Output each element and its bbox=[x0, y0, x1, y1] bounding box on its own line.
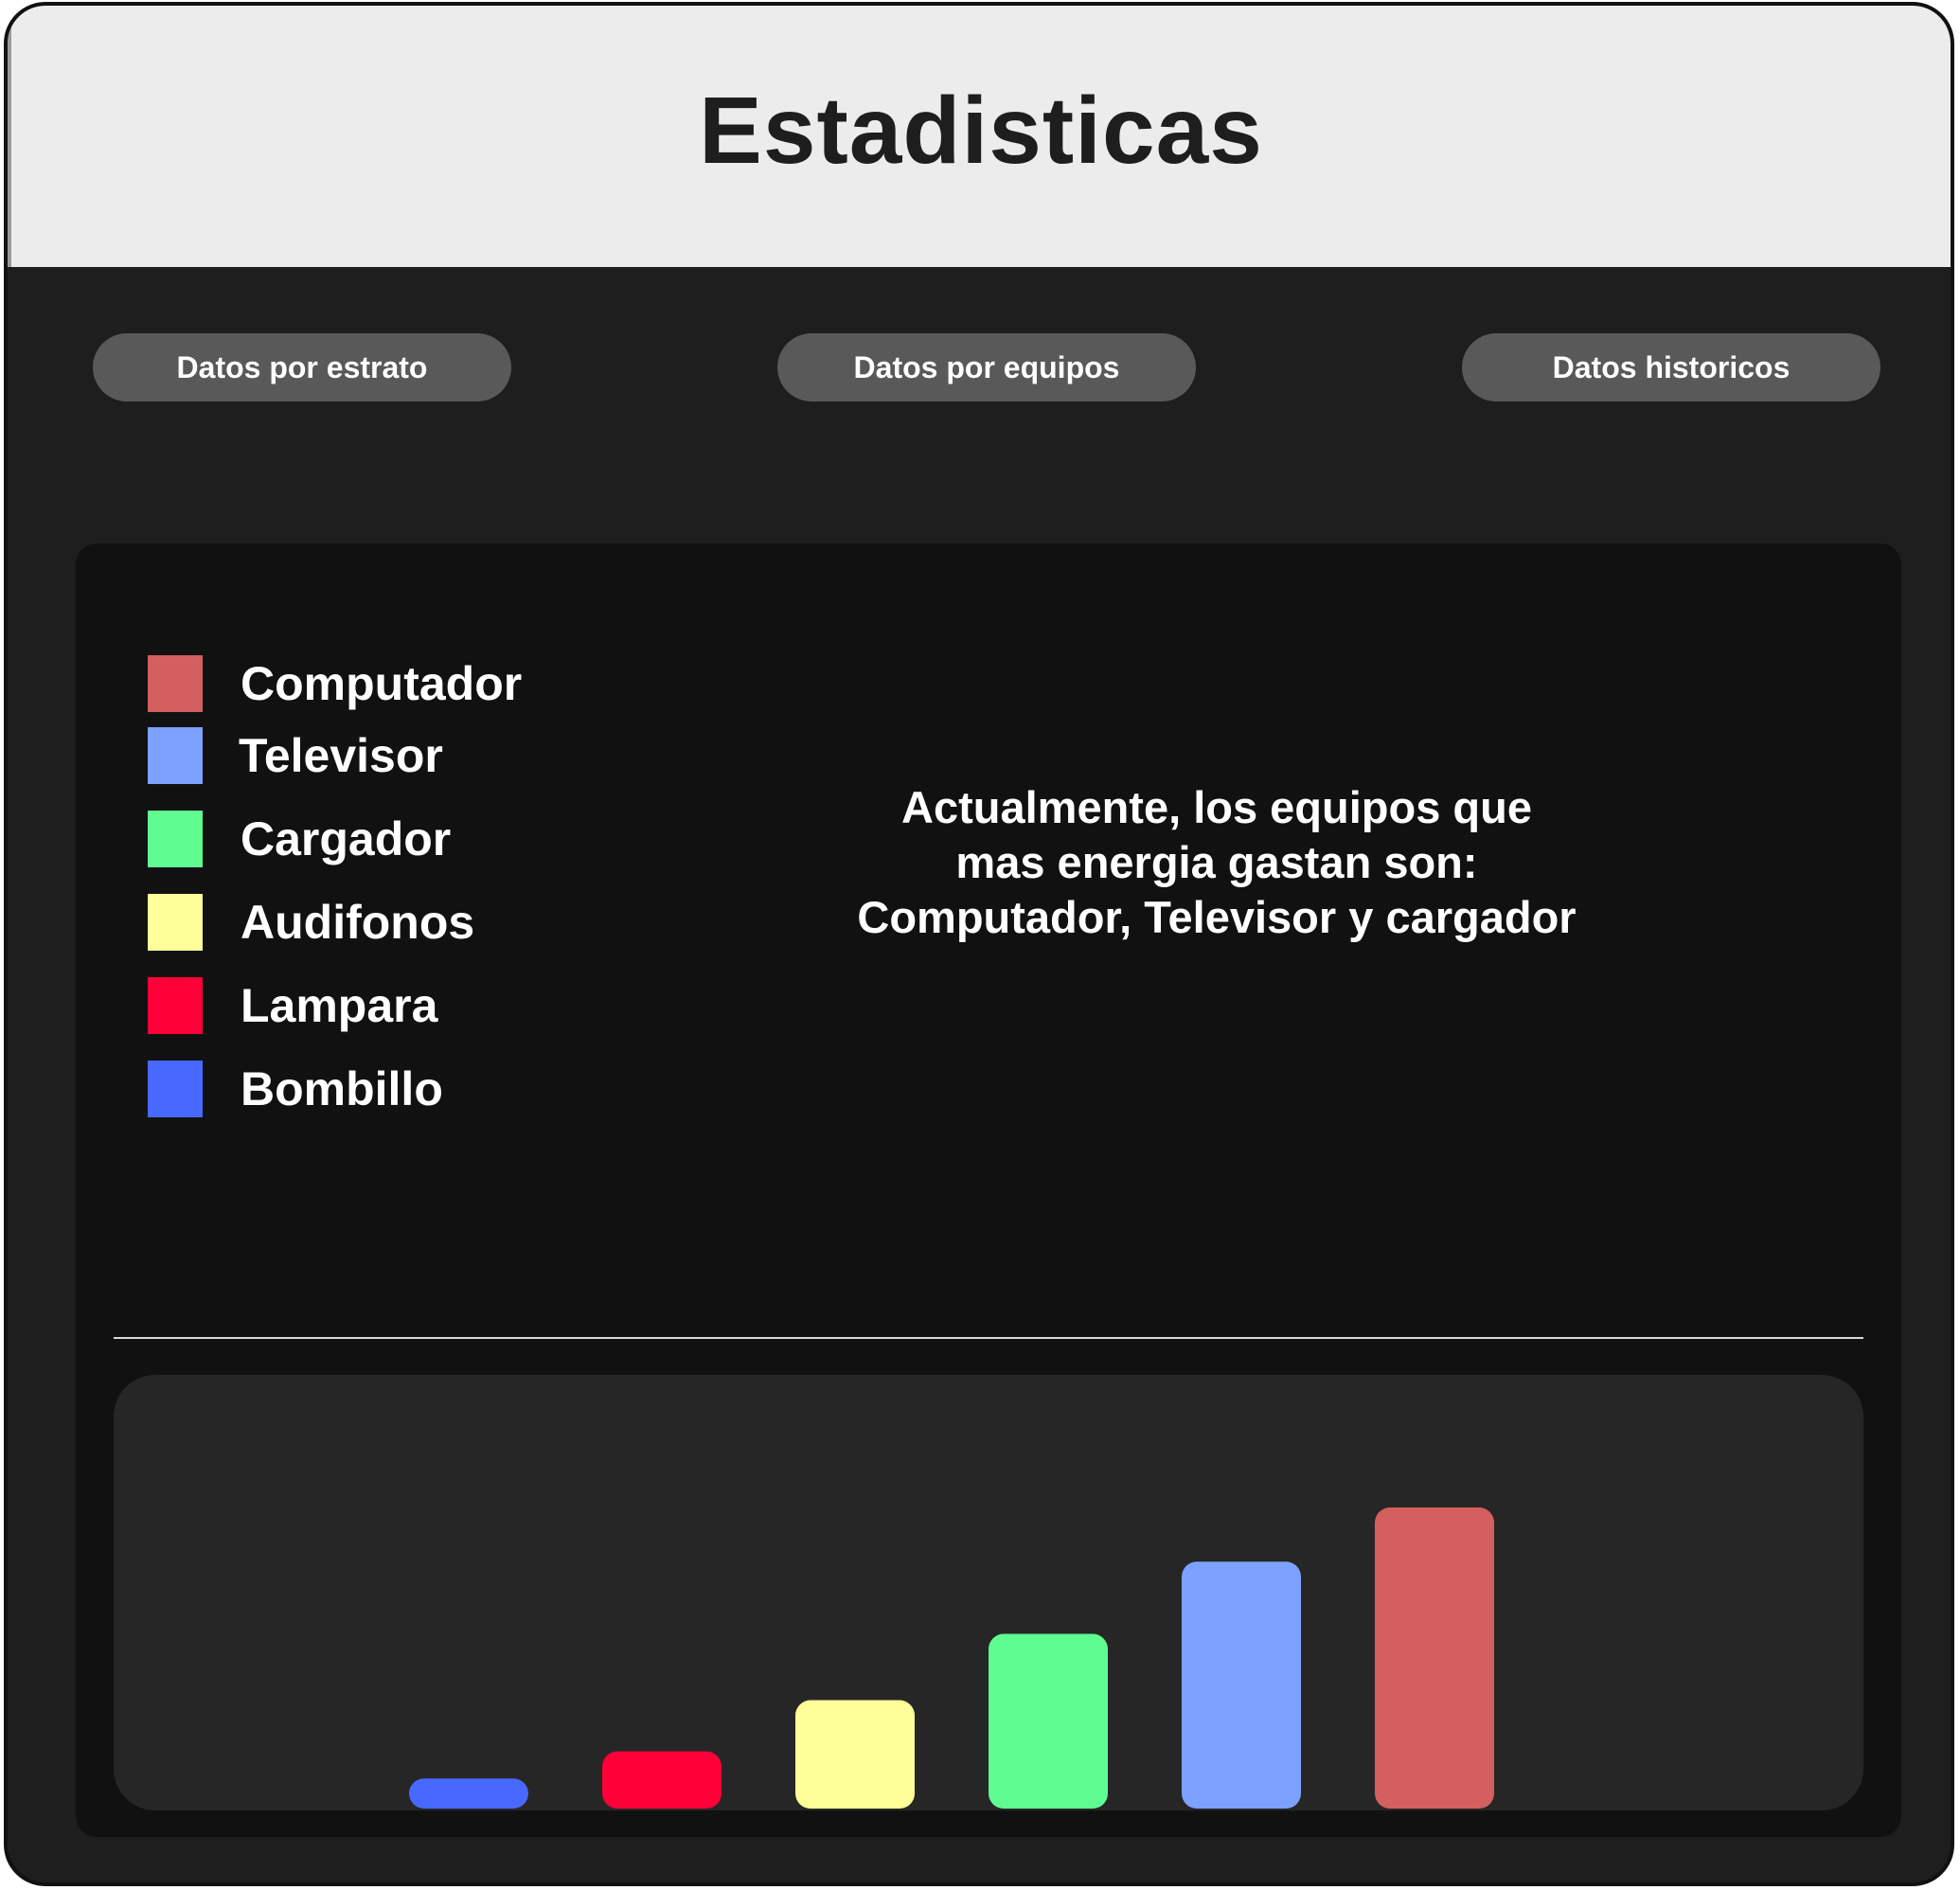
tab-datos-por-estrato[interactable]: Datos por estrato bbox=[93, 333, 511, 401]
bar-bombillo bbox=[409, 1778, 528, 1809]
bar-televisor bbox=[1182, 1561, 1301, 1809]
header-bar: Estadisticas bbox=[8, 6, 1951, 267]
legend-label: Computador bbox=[241, 657, 523, 710]
summary-line: mas energia gastan son: bbox=[955, 837, 1478, 887]
bar-chart bbox=[114, 1375, 1863, 1810]
legend-swatch bbox=[148, 655, 203, 712]
legend-item-televisor: Televisor bbox=[148, 727, 443, 784]
legend-swatch bbox=[148, 727, 203, 784]
legend-label: Audifonos bbox=[241, 896, 475, 949]
legend-swatch bbox=[148, 811, 203, 867]
legend-item-cargador: Cargador bbox=[148, 811, 451, 867]
legend-item-audifonos: Audifonos bbox=[148, 894, 474, 951]
page-title: Estadisticas bbox=[699, 77, 1263, 184]
legend-swatch bbox=[148, 1061, 203, 1117]
stats-panel: Computador Televisor Cargador Audifonos … bbox=[76, 544, 1901, 1837]
legend-item-bombillo: Bombillo bbox=[148, 1061, 443, 1117]
legend-swatch bbox=[148, 894, 203, 951]
legend-swatch bbox=[148, 977, 203, 1034]
legend-label: Televisor bbox=[239, 729, 443, 782]
tab-datos-historicos[interactable]: Datos historicos bbox=[1462, 333, 1880, 401]
legend-item-lampara: Lampara bbox=[148, 977, 437, 1034]
legend-label: Lampara bbox=[241, 979, 438, 1032]
app-window: Estadisticas Datos por estrato Datos por… bbox=[4, 2, 1954, 1886]
legend-label: Bombillo bbox=[241, 1062, 443, 1115]
summary-line: Computador, Televisor y cargador bbox=[857, 892, 1577, 942]
bar-computador bbox=[1375, 1507, 1494, 1809]
divider bbox=[114, 1337, 1863, 1339]
bar-chart-svg bbox=[409, 1507, 1494, 1809]
bar-cargador bbox=[989, 1633, 1108, 1809]
legend-item-computador: Computador bbox=[148, 655, 522, 712]
summary-line: Actualmente, los equipos que bbox=[901, 782, 1532, 832]
bar-lampara bbox=[602, 1751, 722, 1809]
bar-audifonos bbox=[795, 1700, 915, 1809]
legend-label: Cargador bbox=[241, 812, 452, 865]
tab-datos-por-equipos[interactable]: Datos por equipos bbox=[777, 333, 1196, 401]
summary-text: Actualmente, los equipos que mas energia… bbox=[720, 780, 1714, 945]
